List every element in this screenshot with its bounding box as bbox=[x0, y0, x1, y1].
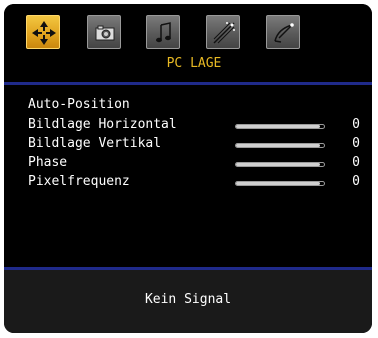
tab-features[interactable] bbox=[206, 15, 240, 49]
vertical-position-slider[interactable] bbox=[235, 143, 325, 148]
menu-item-label: Auto-Position bbox=[28, 97, 130, 112]
menu-list: Auto-Position Bildlage Horizontal 0 Bild… bbox=[4, 85, 372, 267]
tab-picture[interactable] bbox=[87, 15, 121, 49]
menu-title: PC LAGE bbox=[166, 56, 222, 71]
pixel-frequency-value: 0 bbox=[352, 174, 360, 189]
slider-fill bbox=[236, 163, 321, 166]
menu-item-horizontal-position[interactable]: Bildlage Horizontal 0 bbox=[28, 117, 368, 135]
menu-item-label: Bildlage Vertikal bbox=[28, 136, 162, 151]
menu-item-vertical-position[interactable]: Bildlage Vertikal 0 bbox=[28, 136, 368, 154]
tab-installation[interactable] bbox=[266, 15, 300, 49]
horizontal-position-slider[interactable] bbox=[235, 124, 325, 129]
menu-item-label: Pixelfrequenz bbox=[28, 174, 130, 189]
vertical-position-value: 0 bbox=[352, 136, 360, 151]
pc-position-icon bbox=[32, 21, 56, 45]
menu-item-pixel-frequency[interactable]: Pixelfrequenz 0 bbox=[28, 174, 368, 192]
phase-slider[interactable] bbox=[235, 162, 325, 167]
status-bar: Kein Signal bbox=[4, 270, 372, 333]
slider-fill bbox=[236, 125, 321, 128]
menu-item-label: Phase bbox=[28, 155, 68, 170]
pixel-frequency-slider[interactable] bbox=[235, 181, 325, 186]
music-note-icon bbox=[156, 22, 171, 43]
feature-star-icon bbox=[213, 22, 235, 44]
menu-item-label: Bildlage Horizontal bbox=[28, 117, 177, 132]
satellite-icon bbox=[274, 23, 294, 43]
tab-pc-position[interactable] bbox=[26, 15, 60, 49]
camera-icon bbox=[95, 25, 115, 41]
menu-item-auto-position[interactable]: Auto-Position bbox=[28, 97, 368, 115]
tab-sound[interactable] bbox=[146, 15, 180, 49]
menu-tab-bar: PC LAGE bbox=[4, 4, 372, 82]
slider-fill bbox=[236, 144, 321, 147]
horizontal-position-value: 0 bbox=[352, 117, 360, 132]
slider-fill bbox=[236, 182, 321, 185]
osd-menu: PC LAGE Auto-Position Bildlage Horizonta… bbox=[4, 4, 372, 333]
signal-status: Kein Signal bbox=[144, 292, 232, 307]
menu-item-phase[interactable]: Phase 0 bbox=[28, 155, 368, 173]
phase-value: 0 bbox=[352, 155, 360, 170]
